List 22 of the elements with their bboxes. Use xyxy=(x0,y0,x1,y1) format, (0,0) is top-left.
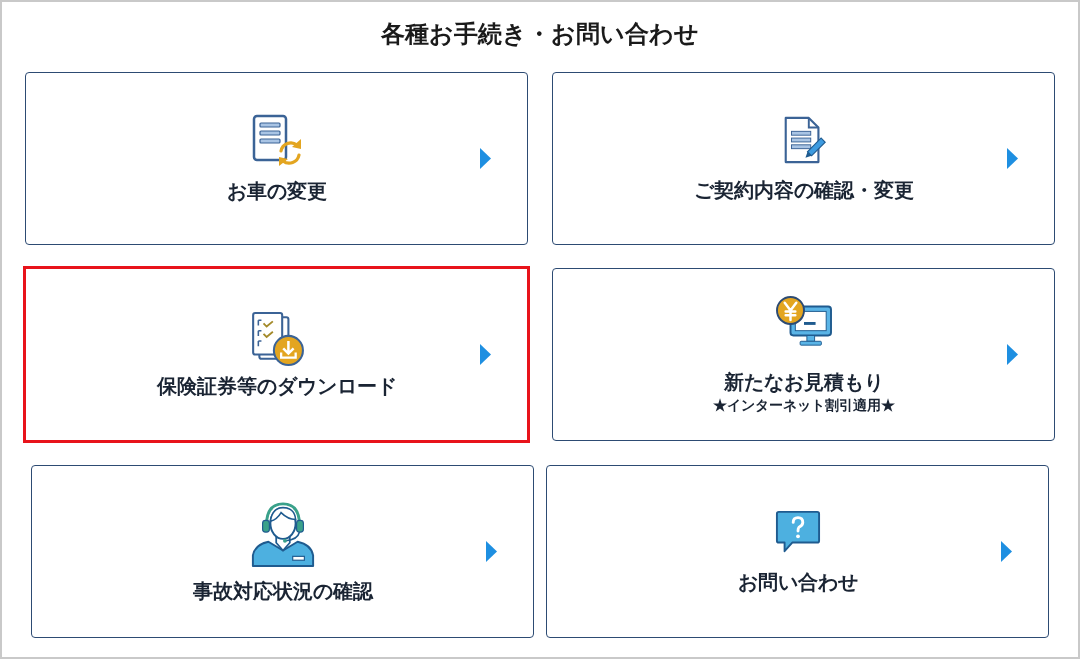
card-label: 保険証券等のダウンロード xyxy=(156,374,397,399)
card-label: ご契約内容の確認・変更 xyxy=(693,178,914,203)
document-sync-icon xyxy=(250,113,303,166)
arrow-icon xyxy=(480,148,491,169)
card-label: 新たなお見積もり xyxy=(723,371,884,395)
page-title: 各種お手続き・お問い合わせ xyxy=(381,19,699,49)
menu-card[interactable]: お問い合わせ xyxy=(546,465,1049,638)
arrow-icon xyxy=(486,541,497,562)
menu-card[interactable]: 新たなお見積もり ★インターネット割引適用★ xyxy=(552,268,1055,441)
question-bubble-icon xyxy=(774,508,821,555)
arrow-icon xyxy=(1007,148,1018,169)
arrow-icon xyxy=(480,344,491,365)
menu-card[interactable]: ご契約内容の確認・変更 xyxy=(552,72,1055,245)
menu-card[interactable]: 事故対応状況の確認 xyxy=(31,465,534,638)
arrow-icon xyxy=(1007,344,1018,365)
card-note: ★インターネット割引適用★ xyxy=(712,395,895,414)
card-label: お問い合わせ xyxy=(737,570,858,595)
arrow-icon xyxy=(1001,541,1012,562)
menu-card[interactable]: 保険証券等のダウンロード xyxy=(23,266,530,443)
card-label: お車の変更 xyxy=(226,179,327,204)
menu-card[interactable]: お車の変更 xyxy=(25,72,528,245)
card-label: 事故対応状況の確認 xyxy=(192,579,373,604)
